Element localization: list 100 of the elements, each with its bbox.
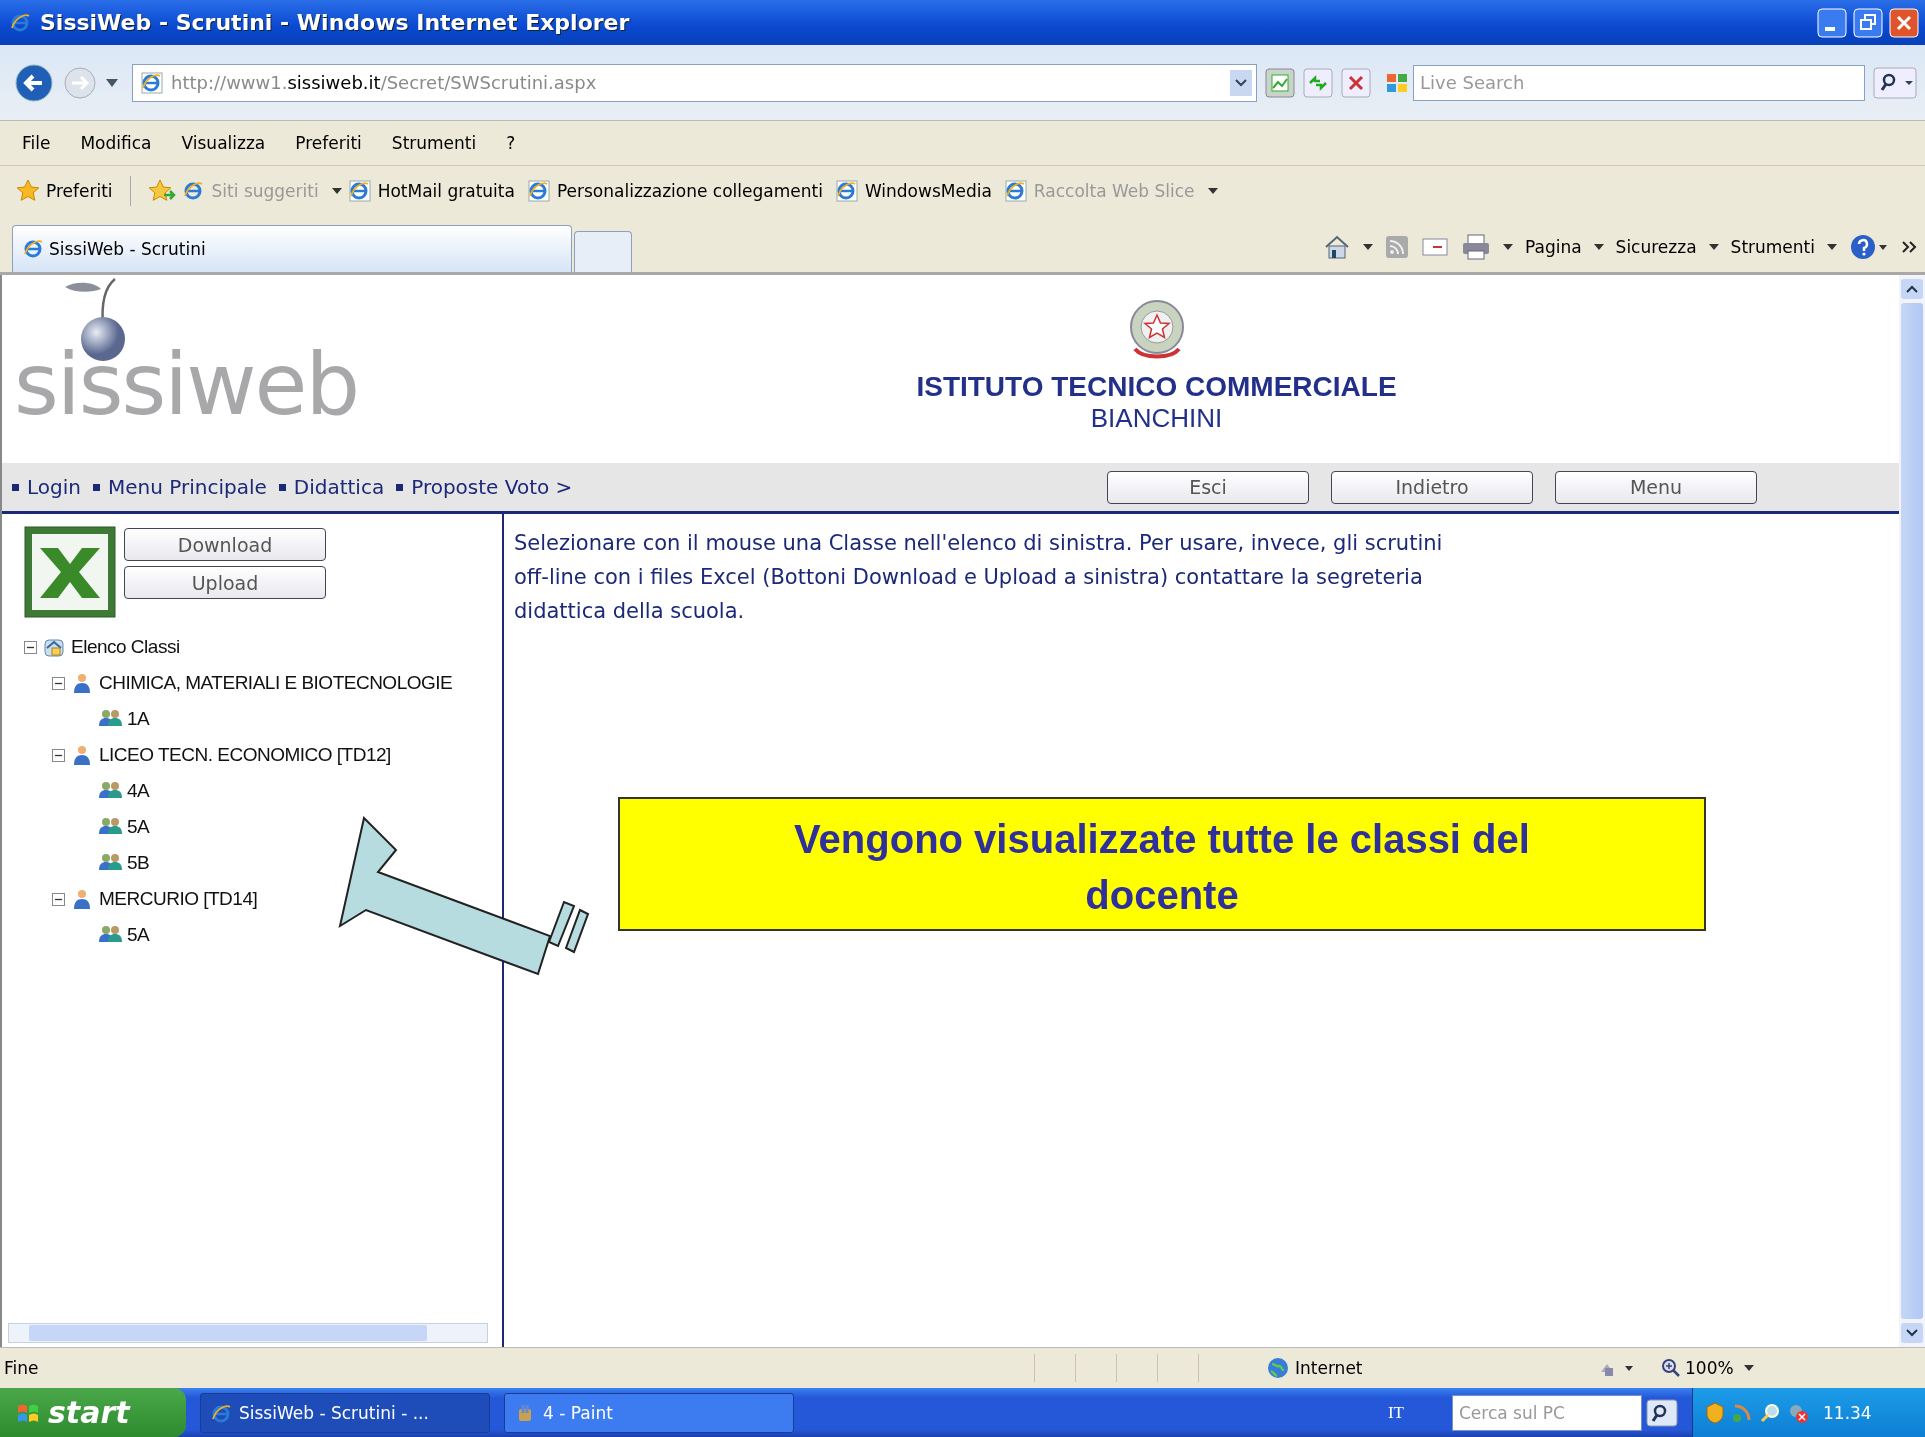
- scroll-up-icon: [1901, 279, 1923, 299]
- browser-page-icon: [348, 180, 371, 202]
- window-title: SissiWeb - Scrutini - Windows Internet Explorer: [40, 10, 630, 35]
- logo-text: sissiweb: [14, 343, 360, 425]
- nav-button[interactable]: Menu: [1555, 470, 1757, 504]
- tree-item[interactable]: 4A: [127, 780, 150, 802]
- dropdown-caret-icon: [1743, 1365, 1754, 1371]
- collapse-icon[interactable]: [24, 640, 37, 654]
- command-menu[interactable]: Sicurezza: [1615, 237, 1697, 257]
- taskbar-button[interactable]: SissiWeb - Scrutini - ...: [200, 1392, 490, 1433]
- feed-icon: [1385, 235, 1409, 259]
- tree-item[interactable]: LICEO TECN. ECONOMICO [TD12]: [99, 744, 391, 766]
- scroll-down-icon: [1901, 1323, 1923, 1343]
- tree-item[interactable]: MERCURIO [TD14]: [99, 888, 258, 910]
- taskbar-button[interactable]: 4 - Paint: [504, 1392, 794, 1433]
- magnifier-icon: [1759, 1401, 1781, 1424]
- nav-button[interactable]: Esci: [1107, 470, 1309, 504]
- dropdown-caret-icon: [1827, 244, 1837, 250]
- status-text: Fine: [4, 1358, 40, 1378]
- menu-item[interactable]: Modifica: [80, 133, 152, 153]
- bullet-icon: [92, 483, 100, 491]
- refresh-icon: [1303, 67, 1333, 98]
- dropdown-caret-icon: [1363, 244, 1373, 250]
- search-icon: [1873, 66, 1917, 99]
- favorite-link[interactable]: HotMail gratuita: [377, 181, 515, 201]
- menu-item[interactable]: Visualizza: [181, 133, 266, 153]
- search-field[interactable]: Live Search: [1413, 64, 1865, 101]
- tree-item[interactable]: 5B: [127, 852, 150, 874]
- tree-item[interactable]: 5A: [127, 924, 150, 946]
- browser-page-icon: [527, 180, 550, 202]
- breadcrumb-link[interactable]: Menu Principale: [107, 475, 267, 499]
- clock: 11.34: [1823, 1402, 1872, 1423]
- browser-icon: [182, 180, 205, 202]
- collapse-icon[interactable]: [52, 676, 65, 690]
- file-button[interactable]: Upload: [124, 566, 326, 599]
- browser-page-icon: [141, 71, 163, 94]
- restore-icon: [1853, 7, 1883, 38]
- favorites-label: Preferiti: [46, 181, 113, 201]
- search-icon: [1646, 1398, 1678, 1427]
- menu-item[interactable]: ?: [506, 133, 516, 153]
- school-name: ISTITUTO TECNICO COMMERCIALE: [916, 371, 1397, 403]
- breadcrumb-link[interactable]: Login: [27, 475, 81, 499]
- compatibility-icon: [1265, 67, 1295, 98]
- browser-page-icon: [1004, 180, 1027, 202]
- start-button[interactable]: start: [0, 1388, 186, 1437]
- close-icon: [1889, 7, 1919, 38]
- printer-icon: [1461, 233, 1491, 261]
- nav-button[interactable]: Indietro: [1331, 470, 1533, 504]
- stop-icon: [1341, 67, 1371, 98]
- browser-icon: [211, 1402, 231, 1423]
- url-text: http://www1.sissiweb.it/Secret/SWScrutini.aspx: [171, 72, 598, 93]
- colorful-flag-icon: [1385, 71, 1409, 94]
- tree-item[interactable]: CHIMICA, MATERIALI E BIOTECNOLOGIE: [99, 672, 453, 694]
- menu-item[interactable]: Strumenti: [391, 133, 477, 153]
- browser-page-icon: [835, 180, 858, 202]
- tree-item[interactable]: 5A: [127, 816, 150, 838]
- school-name: BIANCHINI: [1090, 403, 1223, 434]
- dropdown-caret-icon: [1593, 244, 1604, 250]
- file-button[interactable]: Download: [124, 528, 326, 561]
- dropdown-caret-icon: [106, 78, 118, 87]
- browser-icon: [23, 238, 45, 260]
- shield-icon: [1705, 1401, 1725, 1424]
- collapse-icon[interactable]: [52, 748, 65, 762]
- callout-note: Vengono visualizzate tutte le classi del docente: [618, 797, 1706, 931]
- breadcrumb-link[interactable]: Proposte Voto >: [411, 475, 573, 499]
- language-indicator[interactable]: IT: [1387, 1402, 1404, 1423]
- dropdown-caret-icon: [1503, 244, 1513, 250]
- menu-item[interactable]: Preferiti: [295, 133, 362, 153]
- bullet-icon: [396, 483, 404, 491]
- minimize-icon: [1817, 7, 1847, 38]
- zone-label: Internet: [1295, 1358, 1363, 1378]
- breadcrumb-link[interactable]: Didattica: [293, 475, 385, 499]
- tab[interactable]: SissiWeb - Scrutini: [12, 225, 572, 272]
- desktop-search-field[interactable]: Cerca sul PC: [1452, 1394, 1642, 1431]
- globe-icon: [1267, 1357, 1289, 1379]
- tree-item[interactable]: 1A: [127, 708, 150, 730]
- vertical-scrollbar[interactable]: [1899, 275, 1925, 1347]
- forward-icon: [62, 64, 98, 101]
- add-favorite-icon: [147, 179, 176, 203]
- chevron-icon: [1901, 240, 1917, 254]
- zoom-button[interactable]: 100%: [1661, 1358, 1734, 1378]
- home-folder-icon: [43, 636, 67, 658]
- menu-item[interactable]: File: [22, 133, 51, 153]
- address-field[interactable]: http://www1.sissiweb.it/Secret/SWScrutini.aspx: [132, 63, 1257, 102]
- tree-item[interactable]: Elenco Classi: [71, 636, 180, 658]
- command-menu[interactable]: Pagina: [1525, 237, 1582, 257]
- browser-icon: [10, 11, 32, 34]
- spreadsheet-icon: [24, 526, 116, 618]
- favorite-link[interactable]: WindowsMedia: [864, 181, 992, 201]
- zoom-icon: [1661, 1358, 1681, 1378]
- horizontal-scrollbar[interactable]: [8, 1323, 488, 1343]
- favorite-link[interactable]: Personalizzazione collegamenti: [556, 181, 823, 201]
- bullet-icon: [278, 483, 286, 491]
- dropdown-caret-icon: [1230, 69, 1252, 96]
- collapse-icon[interactable]: [52, 892, 65, 906]
- command-menu[interactable]: Strumenti: [1730, 237, 1815, 257]
- bullet-icon: [12, 483, 19, 491]
- mail-icon: [1421, 237, 1449, 257]
- home-icon: [1323, 234, 1351, 260]
- back-icon: [14, 62, 54, 103]
